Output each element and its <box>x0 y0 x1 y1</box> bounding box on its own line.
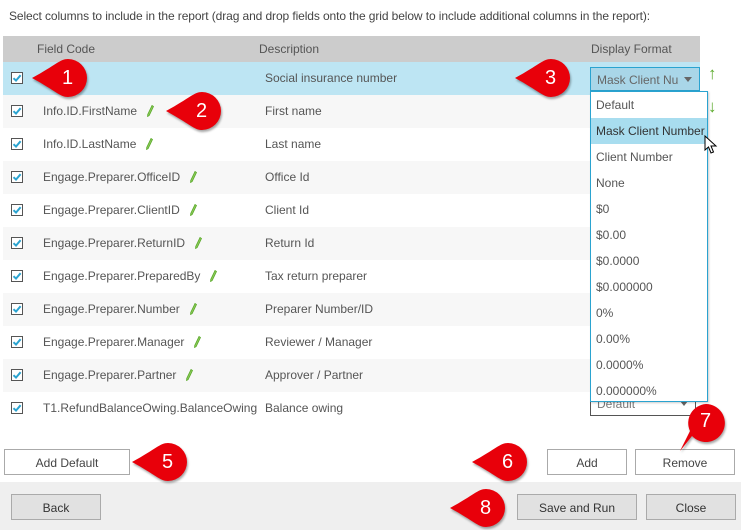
edit-pencil-icon[interactable] <box>147 104 155 120</box>
callout-marker-6: 6 <box>472 442 528 482</box>
include-checkbox[interactable] <box>11 138 23 150</box>
dropdown-option[interactable]: None <box>591 170 707 196</box>
field-description: Social insurance number <box>265 71 398 85</box>
edit-pencil-icon[interactable] <box>194 335 202 351</box>
remove-column-button[interactable]: Remove Column <box>635 449 735 494</box>
field-code: Engage.Preparer.Manager <box>43 335 202 351</box>
edit-pencil-icon[interactable] <box>146 137 154 153</box>
include-checkbox[interactable] <box>11 270 23 282</box>
field-code: Engage.Preparer.Partner <box>43 368 194 384</box>
callout-marker-3: 3 <box>515 58 571 98</box>
include-checkbox[interactable] <box>11 303 23 315</box>
include-checkbox[interactable] <box>11 204 23 216</box>
dropdown-option[interactable]: 0.000000% <box>591 378 707 404</box>
include-checkbox[interactable] <box>11 237 23 249</box>
dropdown-option[interactable]: $0.00 <box>591 222 707 248</box>
dropdown-option[interactable]: 0.0000% <box>591 352 707 378</box>
dropdown-option[interactable]: $0.000000 <box>591 274 707 300</box>
field-description: Client Id <box>265 203 310 217</box>
edit-pencil-icon[interactable] <box>186 368 194 384</box>
move-down-icon[interactable]: ↓ <box>708 97 717 117</box>
include-checkbox[interactable] <box>11 369 23 381</box>
edit-pencil-icon[interactable] <box>189 302 197 318</box>
back-button[interactable]: Back <box>11 494 101 520</box>
chevron-down-icon <box>684 77 692 82</box>
close-button[interactable]: Close <box>646 494 736 520</box>
field-description: Office Id <box>265 170 310 184</box>
header-description[interactable]: Description <box>259 42 319 56</box>
field-description: First name <box>265 104 322 118</box>
dropdown-option[interactable]: 0% <box>591 300 707 326</box>
callout-marker-8: 8 <box>450 488 506 528</box>
dropdown-option[interactable]: Client Number <box>591 144 707 170</box>
dropdown-option[interactable]: Default <box>591 92 707 118</box>
include-checkbox[interactable] <box>11 336 23 348</box>
callout-marker-7: 7 <box>680 403 726 451</box>
header-display-format[interactable]: Display Format <box>591 42 672 56</box>
callout-marker-2: 2 <box>166 91 222 131</box>
edit-pencil-icon[interactable] <box>189 203 197 219</box>
field-description: Tax return preparer <box>265 269 368 283</box>
display-format-select[interactable]: Mask Client Nu <box>590 67 700 91</box>
field-code: Engage.Preparer.ReturnID <box>43 236 203 252</box>
add-column-button[interactable]: Add Column <box>547 449 627 494</box>
field-code: T1.RefundBalanceOwing.BalanceOwing <box>43 401 258 415</box>
include-checkbox[interactable] <box>11 402 23 414</box>
field-description: Return Id <box>265 236 315 250</box>
dropdown-option[interactable]: $0 <box>591 196 707 222</box>
field-code: Engage.Preparer.Number <box>43 302 197 318</box>
edit-pencil-icon[interactable] <box>190 170 198 186</box>
add-default-columns-button[interactable]: Add Default Columns <box>4 449 130 494</box>
mouse-cursor-icon <box>704 135 718 154</box>
field-code: Engage.Preparer.OfficeID <box>43 170 198 186</box>
field-description: Preparer Number/ID <box>265 302 374 316</box>
dropdown-option[interactable]: $0.0000 <box>591 248 707 274</box>
field-description: Last name <box>265 137 322 151</box>
include-checkbox[interactable] <box>11 171 23 183</box>
field-description: Reviewer / Manager <box>265 335 373 349</box>
display-format-dropdown-list: Default Mask Client Number Client Number No… <box>590 91 708 402</box>
save-and-run-button[interactable]: Save and Run <box>517 494 637 520</box>
dropdown-option[interactable]: Mask Client Number <box>591 118 707 144</box>
include-checkbox[interactable] <box>11 105 23 117</box>
dropdown-option[interactable]: 0.00% <box>591 326 707 352</box>
edit-pencil-icon[interactable] <box>210 269 218 285</box>
move-up-icon[interactable]: ↑ <box>708 64 717 84</box>
instruction-text: Select columns to include in the report … <box>9 9 651 23</box>
field-code: Info.ID.LastName <box>43 137 154 153</box>
callout-marker-1: 1 <box>32 58 88 98</box>
field-description: Approver / Partner <box>265 368 364 382</box>
edit-pencil-icon[interactable] <box>195 236 203 252</box>
include-checkbox[interactable] <box>11 72 23 84</box>
header-field-code[interactable]: Field Code <box>37 42 95 56</box>
grid-header: Field Code Description Display Format <box>3 36 700 62</box>
field-description: Balance owing <box>265 401 344 415</box>
field-code: Engage.Preparer.PreparedBy <box>43 269 218 285</box>
callout-marker-5: 5 <box>132 442 188 482</box>
field-code: Engage.Preparer.ClientID <box>43 203 197 219</box>
field-code: Info.ID.FirstName <box>43 104 155 120</box>
